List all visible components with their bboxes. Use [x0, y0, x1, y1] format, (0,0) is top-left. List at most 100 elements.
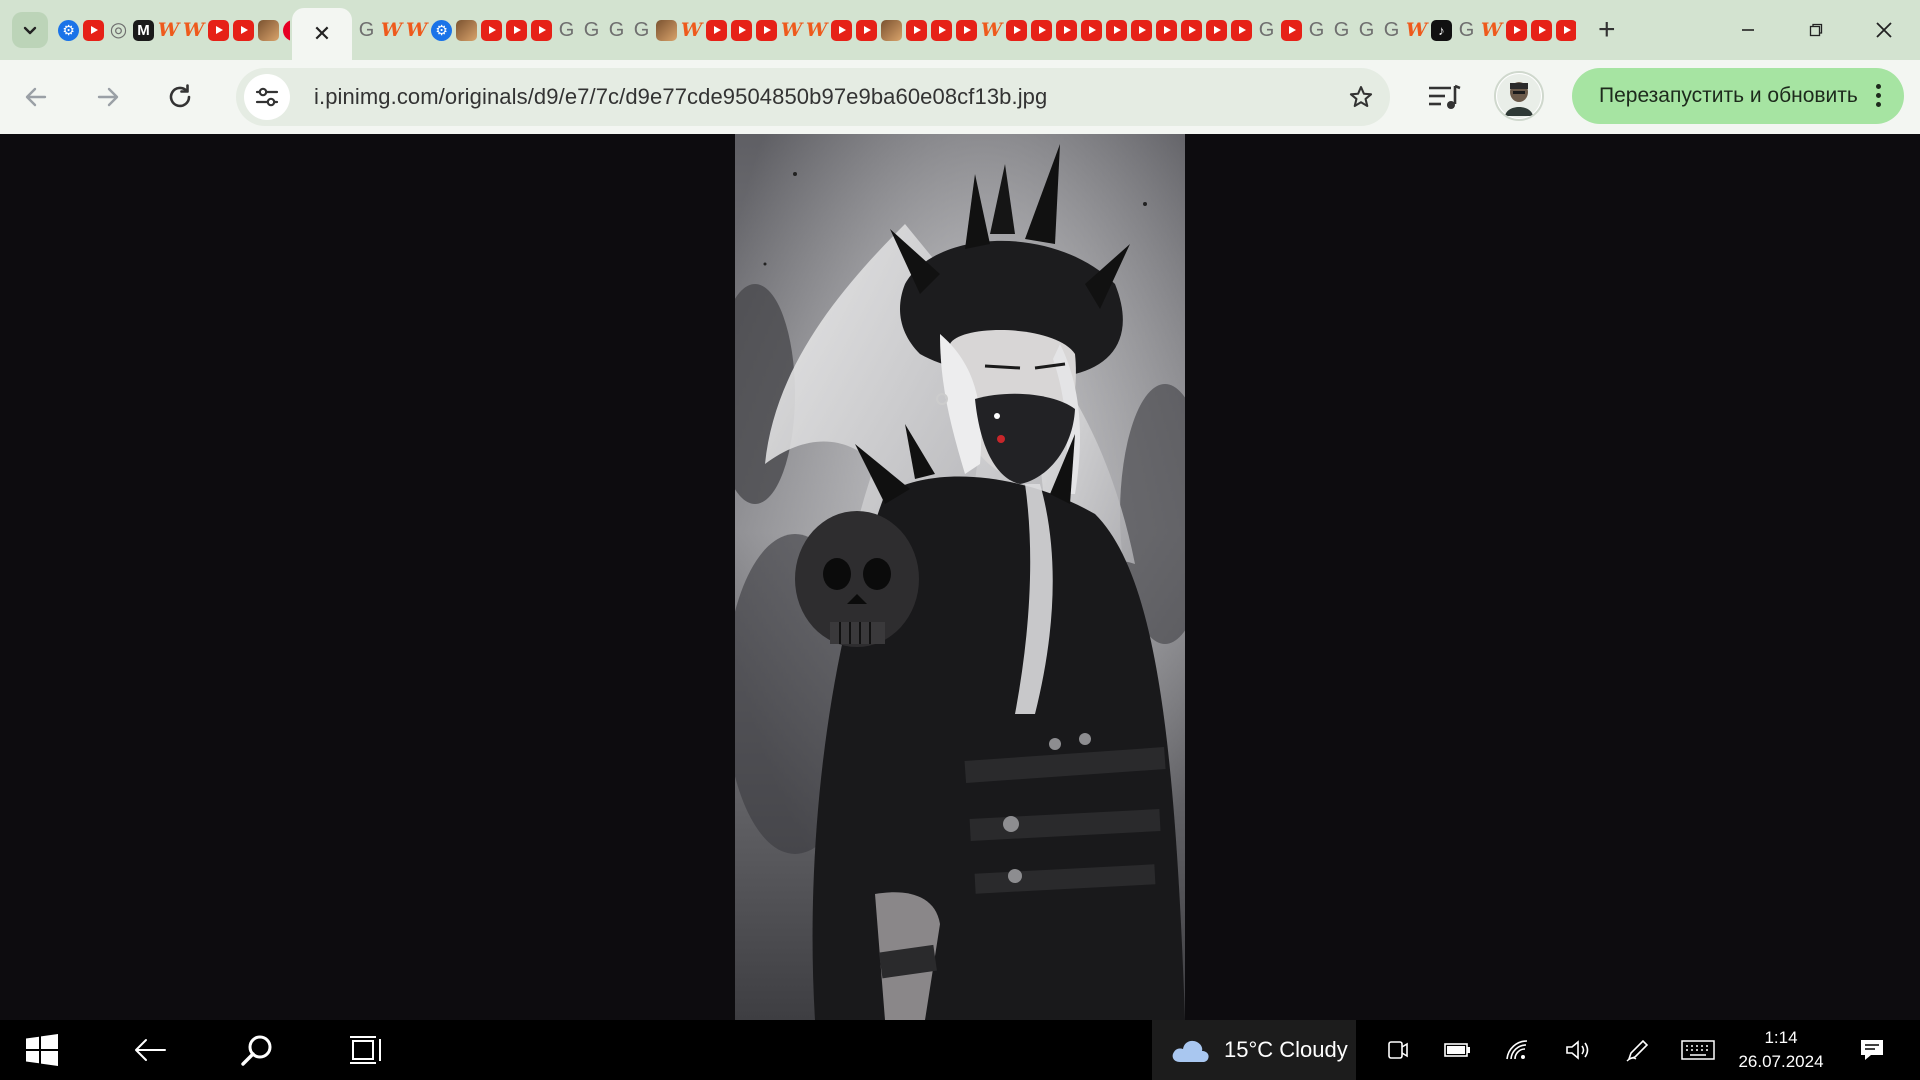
weather-widget[interactable]: 15°C Cloudy	[1152, 1020, 1356, 1080]
tune-icon	[255, 87, 279, 107]
w-favicon-tab[interactable]: W	[406, 20, 427, 41]
media-control-button[interactable]	[1424, 77, 1464, 117]
yt-favicon-tab[interactable]	[831, 19, 852, 41]
yt-favicon-tab[interactable]	[1056, 19, 1077, 41]
site-info-button[interactable]	[244, 74, 290, 120]
touch-keyboard-button[interactable]	[1678, 1030, 1718, 1070]
youtube-favicon[interactable]	[208, 19, 229, 41]
minimize-button[interactable]	[1718, 10, 1778, 50]
clock-time: 1:14	[1764, 1028, 1798, 1047]
task-view-button[interactable]	[346, 1030, 386, 1070]
tab-close-icon[interactable]: ✕	[313, 21, 331, 47]
yt-favicon-tab[interactable]	[1106, 19, 1127, 41]
pen-button[interactable]	[1618, 1030, 1658, 1070]
yt-favicon-tab[interactable]	[1181, 19, 1202, 41]
gmail-favicon[interactable]: M	[133, 19, 154, 41]
forward-button[interactable]	[88, 77, 128, 117]
tab-search-button[interactable]	[12, 12, 48, 48]
yt-favicon-tab[interactable]	[1281, 19, 1302, 41]
yt-favicon-tab[interactable]	[1156, 19, 1177, 41]
chevron-down-icon	[23, 26, 37, 35]
blue-favicon-tab[interactable]: ⚙	[431, 19, 452, 41]
w-favicon-tab[interactable]: W	[681, 20, 702, 41]
g-favicon-tab[interactable]: G	[606, 20, 627, 41]
pic-favicon-tab[interactable]	[456, 19, 477, 41]
relaunch-update-button[interactable]: Перезапустить и обновить	[1572, 68, 1904, 124]
yt-favicon-tab[interactable]	[931, 19, 952, 41]
yt-favicon-tab[interactable]	[1131, 19, 1152, 41]
yt-favicon-tab[interactable]	[731, 19, 752, 41]
yt-favicon-tab[interactable]	[856, 19, 877, 41]
volume-button[interactable]	[1558, 1030, 1598, 1070]
g-favicon-tab[interactable]: G	[581, 20, 602, 41]
page-viewport	[0, 134, 1920, 1020]
network-button[interactable]	[1498, 1030, 1538, 1070]
w-favicon[interactable]: W	[183, 20, 204, 41]
g-favicon-tab[interactable]: G	[1456, 20, 1477, 41]
yt-favicon-tab[interactable]	[906, 19, 927, 41]
new-tab-button[interactable]: +	[1598, 14, 1616, 46]
yt-favicon-tab[interactable]	[1206, 19, 1227, 41]
url-text[interactable]: i.pinimg.com/originals/d9/e7/7c/d9e77cde…	[314, 84, 1047, 110]
pic-favicon-tab[interactable]	[656, 19, 677, 41]
pinterest-favicon[interactable]: P	[283, 19, 290, 41]
w-favicon-tab[interactable]: W	[781, 20, 802, 41]
yt-favicon-tab[interactable]	[1506, 19, 1527, 41]
taskbar-search-button[interactable]	[237, 1030, 277, 1070]
restore-icon	[1809, 23, 1823, 37]
notifications-button[interactable]	[1852, 1030, 1892, 1070]
meet-now-button[interactable]	[1378, 1030, 1418, 1070]
bookmark-button[interactable]	[1346, 82, 1376, 112]
profile-avatar[interactable]	[1494, 71, 1544, 121]
g-favicon-tab[interactable]: G	[1331, 20, 1352, 41]
tk-favicon-tab[interactable]: ♪	[1431, 19, 1452, 41]
youtube-favicon[interactable]	[83, 19, 104, 41]
yt-favicon-tab[interactable]	[1006, 19, 1027, 41]
search-icon	[241, 1035, 272, 1066]
g-favicon-tab[interactable]: G	[631, 20, 652, 41]
youtube-favicon[interactable]	[233, 19, 254, 41]
w-favicon-tab[interactable]: W	[1481, 20, 1502, 41]
g-favicon-tab[interactable]: G	[1256, 20, 1277, 41]
taskbar-clock[interactable]: 1:14 26.07.2024	[1722, 1026, 1840, 1074]
more-menu-icon[interactable]	[1876, 84, 1882, 107]
clock-date: 26.07.2024	[1738, 1052, 1824, 1071]
restore-button[interactable]	[1786, 10, 1846, 50]
pic-favicon-tab[interactable]	[881, 19, 902, 41]
g-favicon-tab[interactable]: G	[1356, 20, 1377, 41]
back-button[interactable]	[16, 77, 56, 117]
g-favicon-tab[interactable]: G	[1306, 20, 1327, 41]
yt-favicon-tab[interactable]	[756, 19, 777, 41]
reload-button[interactable]	[160, 77, 200, 117]
w-favicon-tab[interactable]: W	[381, 20, 402, 41]
taskbar-back-button[interactable]	[130, 1030, 170, 1070]
keyboard-icon	[1681, 1040, 1715, 1060]
yt-favicon-tab[interactable]	[706, 19, 727, 41]
close-window-button[interactable]	[1854, 10, 1914, 50]
picture-favicon[interactable]	[258, 19, 279, 41]
w-favicon-tab[interactable]: W	[981, 20, 1002, 41]
tab-active[interactable]: ✕	[292, 8, 352, 60]
yt-favicon-tab[interactable]	[1531, 19, 1552, 41]
battery-button[interactable]	[1438, 1030, 1478, 1070]
g-favicon-tab[interactable]: G	[556, 20, 577, 41]
yt-favicon-tab[interactable]	[1031, 19, 1052, 41]
yt-favicon-tab[interactable]	[1231, 19, 1252, 41]
w-favicon[interactable]: W	[158, 20, 179, 41]
w-favicon-tab[interactable]: W	[806, 20, 827, 41]
github-favicon[interactable]: ◎	[108, 20, 129, 41]
wifi-icon	[1506, 1040, 1528, 1060]
address-bar[interactable]: i.pinimg.com/originals/d9/e7/7c/d9e77cde…	[236, 68, 1390, 126]
start-button[interactable]	[22, 1030, 62, 1070]
g-favicon-tab[interactable]: G	[1381, 20, 1402, 41]
yt-favicon-tab[interactable]	[956, 19, 977, 41]
yt-favicon-tab[interactable]	[1556, 19, 1576, 41]
w-favicon-tab[interactable]: W	[1406, 20, 1427, 41]
yt-favicon-tab[interactable]	[531, 19, 552, 41]
yt-favicon-tab[interactable]	[1081, 19, 1102, 41]
g-favicon-tab[interactable]: G	[356, 20, 377, 41]
tabs-right: GWW⚙GGGGWWWWGGGGGW♪GWWWvkGG⚙◉G	[356, 18, 1576, 42]
yt-favicon-tab[interactable]	[506, 19, 527, 41]
settings-favicon[interactable]: ⚙	[58, 19, 79, 41]
yt-favicon-tab[interactable]	[481, 19, 502, 41]
